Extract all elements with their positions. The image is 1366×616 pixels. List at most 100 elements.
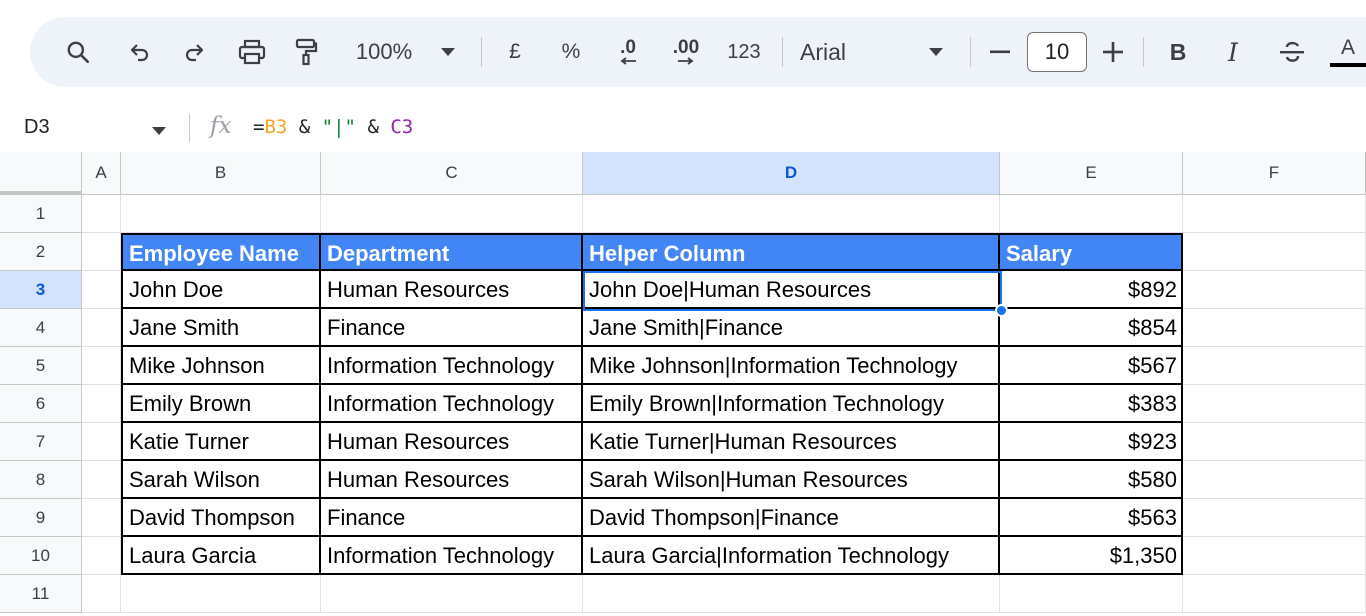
table-cell[interactable]: Finance — [321, 309, 583, 347]
decrease-decimal-button[interactable]: .0 — [608, 17, 648, 87]
font-size-input[interactable]: 10 — [1027, 32, 1087, 72]
empty-cell[interactable] — [121, 575, 321, 613]
table-cell[interactable]: Laura Garcia|Information Technology — [583, 537, 1000, 575]
table-cell[interactable]: Emily Brown|Information Technology — [583, 385, 1000, 423]
table-cell[interactable]: Katie Turner|Human Resources — [583, 423, 1000, 461]
row-header-8[interactable]: 8 — [0, 461, 82, 499]
minus-icon[interactable] — [985, 17, 1015, 87]
table-cell[interactable]: $383 — [1000, 385, 1183, 423]
currency-button[interactable]: £ — [500, 17, 530, 87]
column-header-f[interactable]: F — [1183, 152, 1366, 195]
table-cell[interactable]: Information Technology — [321, 385, 583, 423]
table-cell[interactable]: Human Resources — [321, 271, 583, 309]
paint-format-icon[interactable] — [288, 17, 324, 87]
empty-cell[interactable] — [82, 537, 121, 575]
fill-handle[interactable] — [995, 304, 1008, 317]
column-header-c[interactable]: C — [321, 152, 583, 195]
font-dropdown-icon[interactable] — [924, 17, 948, 87]
empty-cell[interactable] — [82, 461, 121, 499]
empty-cell[interactable] — [1183, 347, 1366, 385]
empty-cell[interactable] — [82, 385, 121, 423]
empty-cell[interactable] — [583, 195, 1000, 233]
redo-icon[interactable] — [176, 17, 212, 87]
table-header-cell[interactable]: Salary — [1000, 233, 1183, 271]
table-cell[interactable]: Sarah Wilson — [121, 461, 321, 499]
bold-button[interactable]: B — [1163, 17, 1193, 87]
text-color-button[interactable]: A — [1328, 17, 1366, 87]
table-cell[interactable]: $580 — [1000, 461, 1183, 499]
empty-cell[interactable] — [1183, 461, 1366, 499]
empty-cell[interactable] — [121, 195, 321, 233]
table-cell[interactable]: Emily Brown — [121, 385, 321, 423]
empty-cell[interactable] — [82, 271, 121, 309]
row-header-9[interactable]: 9 — [0, 499, 82, 537]
row-header-4[interactable]: 4 — [0, 309, 82, 347]
table-cell[interactable]: John Doe|Human Resources — [583, 271, 1000, 309]
select-all-corner[interactable] — [0, 152, 82, 195]
row-header-1[interactable]: 1 — [0, 195, 82, 233]
row-header-10[interactable]: 10 — [0, 537, 82, 575]
font-family-select[interactable]: Arial — [800, 17, 870, 87]
table-cell[interactable]: Sarah Wilson|Human Resources — [583, 461, 1000, 499]
empty-cell[interactable] — [1183, 233, 1366, 271]
name-box[interactable]: D3 — [24, 104, 50, 150]
row-header-11[interactable]: 11 — [0, 575, 82, 613]
empty-cell[interactable] — [1183, 309, 1366, 347]
table-cell[interactable]: David Thompson — [121, 499, 321, 537]
empty-cell[interactable] — [321, 575, 583, 613]
table-cell[interactable]: Human Resources — [321, 423, 583, 461]
empty-cell[interactable] — [583, 575, 1000, 613]
row-header-5[interactable]: 5 — [0, 347, 82, 385]
table-cell[interactable]: Information Technology — [321, 537, 583, 575]
empty-cell[interactable] — [321, 195, 583, 233]
italic-button[interactable]: I — [1218, 17, 1248, 87]
column-header-a[interactable]: A — [82, 152, 121, 195]
strikethrough-icon[interactable] — [1275, 17, 1309, 87]
table-cell[interactable]: John Doe — [121, 271, 321, 309]
empty-cell[interactable] — [1183, 499, 1366, 537]
column-header-b[interactable]: B — [121, 152, 321, 195]
table-cell[interactable]: $854 — [1000, 309, 1183, 347]
empty-cell[interactable] — [82, 499, 121, 537]
undo-icon[interactable] — [122, 17, 158, 87]
number-format-button[interactable]: 123 — [722, 17, 766, 87]
plus-icon[interactable] — [1098, 17, 1128, 87]
search-icon[interactable] — [60, 17, 96, 87]
empty-cell[interactable] — [1183, 385, 1366, 423]
table-cell[interactable]: Information Technology — [321, 347, 583, 385]
increase-decimal-button[interactable]: .00 — [664, 17, 708, 87]
zoom-dropdown-icon[interactable] — [436, 17, 460, 87]
zoom-level[interactable]: 100% — [348, 17, 420, 87]
table-cell[interactable]: Human Resources — [321, 461, 583, 499]
table-cell[interactable]: $1,350 — [1000, 537, 1183, 575]
table-cell[interactable]: Finance — [321, 499, 583, 537]
print-icon[interactable] — [233, 17, 271, 87]
empty-cell[interactable] — [1183, 575, 1366, 613]
table-cell[interactable]: $923 — [1000, 423, 1183, 461]
row-header-7[interactable]: 7 — [0, 423, 82, 461]
table-header-cell[interactable]: Department — [321, 233, 583, 271]
empty-cell[interactable] — [82, 423, 121, 461]
name-box-dropdown-icon[interactable] — [152, 122, 166, 140]
table-cell[interactable]: Mike Johnson — [121, 347, 321, 385]
empty-cell[interactable] — [1000, 195, 1183, 233]
row-header-3[interactable]: 3 — [0, 271, 82, 309]
table-cell[interactable]: $892 — [1000, 271, 1183, 309]
table-cell[interactable]: David Thompson|Finance — [583, 499, 1000, 537]
formula-input[interactable]: =B3 & "|" & C3 — [253, 104, 413, 150]
table-cell[interactable]: $563 — [1000, 499, 1183, 537]
empty-cell[interactable] — [82, 347, 121, 385]
column-header-d[interactable]: D — [583, 152, 1000, 195]
row-header-2[interactable]: 2 — [0, 233, 82, 271]
empty-cell[interactable] — [82, 309, 121, 347]
table-cell[interactable]: Mike Johnson|Information Technology — [583, 347, 1000, 385]
empty-cell[interactable] — [1000, 575, 1183, 613]
empty-cell[interactable] — [1183, 537, 1366, 575]
empty-cell[interactable] — [1183, 195, 1366, 233]
table-cell[interactable]: Laura Garcia — [121, 537, 321, 575]
empty-cell[interactable] — [1183, 423, 1366, 461]
table-cell[interactable]: Jane Smith|Finance — [583, 309, 1000, 347]
table-cell[interactable]: $567 — [1000, 347, 1183, 385]
empty-cell[interactable] — [1183, 271, 1366, 309]
table-header-cell[interactable]: Helper Column — [583, 233, 1000, 271]
